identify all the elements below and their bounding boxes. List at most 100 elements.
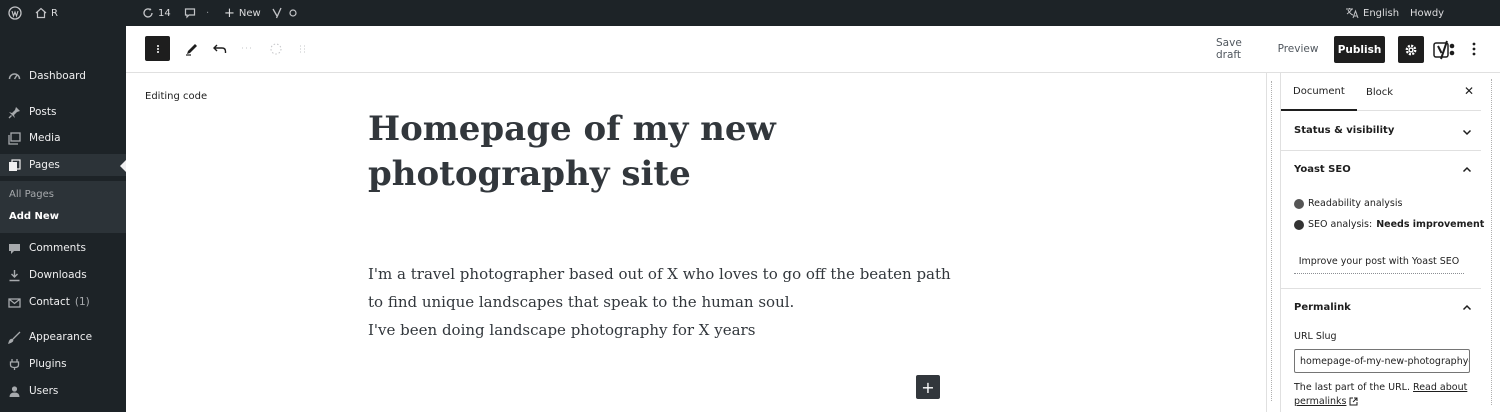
tools-button[interactable] — [182, 39, 202, 59]
yoast-seo-button[interactable] — [1432, 37, 1458, 62]
language-switcher[interactable]: English — [1345, 0, 1399, 26]
plugins-icon — [7, 357, 21, 371]
editor-canvas: Editing code Homepage of my new photogra… — [126, 73, 1266, 412]
pages-icon — [7, 158, 21, 172]
tab-block[interactable]: Block — [1354, 73, 1405, 111]
settings-sidebar: Document Block ✕ Status & visibility Yoa… — [1280, 73, 1500, 412]
language-label: English — [1363, 7, 1400, 19]
list-view-icon — [300, 45, 308, 53]
seo-analysis-label: SEO analysis: — [1308, 219, 1373, 230]
downloads-icon — [7, 268, 21, 282]
menu-label: Users — [29, 385, 59, 397]
menu-item-users[interactable]: Users — [0, 380, 126, 402]
chevron-up-icon[interactable] — [1462, 303, 1472, 313]
yoast-icon — [272, 7, 282, 19]
settings-toggle-button[interactable] — [1398, 36, 1424, 63]
menu-item-contact[interactable]: Contact (1) — [0, 291, 126, 313]
menu-item-dashboard[interactable]: Dashboard — [0, 65, 126, 87]
updates-count: 14 — [158, 7, 171, 19]
external-link-icon — [1349, 397, 1358, 406]
save-draft-button[interactable]: Save draft — [1216, 37, 1268, 61]
menu-item-comments[interactable]: Comments — [0, 237, 126, 259]
new-content-link[interactable]: + New — [224, 0, 261, 26]
comments-link[interactable]: · — [184, 0, 209, 26]
howdy-label: Howdy — [1410, 7, 1445, 19]
redo-button[interactable] — [238, 39, 258, 59]
panel-yoast-seo[interactable]: Yoast SEO — [1294, 164, 1351, 175]
yoast-admin-link[interactable] — [272, 0, 298, 26]
close-sidebar-button[interactable]: ✕ — [1462, 84, 1476, 98]
seo-status-text: Needs improvement — [1376, 219, 1485, 230]
scrollbar-thumb[interactable] — [1491, 79, 1494, 405]
preview-button[interactable]: Preview — [1276, 37, 1320, 61]
ellipsis-vertical-icon — [156, 44, 159, 53]
help-text: The last part of the URL. — [1294, 382, 1410, 393]
divider — [1281, 150, 1481, 151]
panel-status-visibility[interactable]: Status & visibility — [1294, 125, 1394, 136]
wordpress-logo-icon[interactable] — [8, 0, 22, 26]
readability-analysis[interactable]: Readability analysis — [1294, 198, 1402, 209]
site-name: R — [51, 7, 58, 19]
menu-label: Plugins — [29, 358, 67, 370]
editor-mode-label: Editing code — [145, 91, 208, 102]
close-icon: ✕ — [1463, 84, 1475, 98]
info-icon — [270, 43, 282, 55]
block-inserter-button[interactable] — [145, 36, 170, 61]
menu-item-media[interactable]: Media — [0, 127, 126, 149]
pages-submenu: All Pages Add New — [0, 181, 126, 233]
updates-link[interactable]: 14 — [142, 0, 171, 26]
appearance-icon — [7, 330, 21, 344]
paragraph-line[interactable]: I'm a travel photographer based out of X… — [368, 265, 988, 283]
yoast-icon — [1433, 40, 1455, 59]
menu-label: Contact — [29, 296, 70, 308]
add-block-button[interactable]: + — [916, 375, 940, 399]
menu-item-posts[interactable]: Posts — [0, 101, 126, 123]
submenu-add-new[interactable]: Add New — [9, 211, 59, 222]
scrollbar-thumb[interactable] — [1271, 81, 1275, 401]
more-vertical-icon — [1472, 42, 1476, 56]
settings-icon — [289, 9, 297, 17]
panel-permalink[interactable]: Permalink — [1294, 302, 1351, 313]
site-name-link[interactable]: R — [35, 0, 58, 26]
paragraph-line[interactable]: to find unique landscapes that speak to … — [368, 293, 988, 311]
comment-icon — [184, 8, 196, 19]
url-slug-label: URL Slug — [1294, 331, 1337, 342]
content-info-button[interactable] — [266, 39, 286, 59]
menu-item-appearance[interactable]: Appearance — [0, 326, 126, 348]
menu-label: Dashboard — [29, 70, 86, 82]
tab-document[interactable]: Document — [1281, 73, 1357, 111]
menu-label: Comments — [29, 242, 86, 254]
submenu-all-pages[interactable]: All Pages — [9, 189, 54, 200]
post-title[interactable]: Homepage of my new photography site — [368, 107, 848, 197]
post-title-line: photography site — [368, 154, 691, 194]
menu-item-downloads[interactable]: Downloads — [0, 264, 126, 286]
undo-icon — [213, 44, 227, 53]
sidebar-tabs: Document Block ✕ — [1281, 73, 1481, 111]
menu-label: Pages — [29, 159, 60, 171]
improve-post-link[interactable]: Improve your post with Yoast SEO — [1294, 250, 1464, 274]
comments-icon — [7, 241, 21, 255]
read-about-link[interactable]: Read about — [1413, 382, 1467, 393]
more-options-button[interactable] — [1466, 39, 1482, 59]
menu-item-pages[interactable]: Pages — [0, 154, 126, 176]
menu-label: Media — [29, 132, 61, 144]
paragraph-line[interactable]: I've been doing landscape photography fo… — [368, 321, 988, 339]
admin-menu: Dashboard Posts Media Pages All Pages Ad… — [0, 26, 127, 412]
undo-button[interactable] — [210, 39, 230, 59]
home-icon — [35, 7, 47, 19]
menu-item-plugins[interactable]: Plugins — [0, 353, 126, 375]
chevron-down-icon[interactable] — [1462, 127, 1472, 137]
seo-status-icon — [1294, 219, 1304, 230]
my-account-link[interactable]: Howdy — [1410, 0, 1444, 26]
translation-icon — [1346, 8, 1359, 19]
sidebar-scrollbar[interactable] — [1485, 73, 1499, 412]
seo-analysis[interactable]: SEO analysis: Needs improvement — [1294, 219, 1484, 230]
publish-button[interactable]: Publish — [1334, 36, 1385, 63]
readability-label: Readability analysis — [1308, 198, 1403, 209]
canvas-scrollbar[interactable] — [1266, 73, 1280, 412]
chevron-up-icon[interactable] — [1462, 165, 1472, 175]
block-navigation-button[interactable] — [294, 39, 314, 59]
permalinks-link[interactable]: permalinks — [1294, 396, 1346, 407]
url-slug-input[interactable]: homepage-of-my-new-photography- — [1294, 349, 1470, 373]
readability-status-icon — [1294, 198, 1304, 209]
